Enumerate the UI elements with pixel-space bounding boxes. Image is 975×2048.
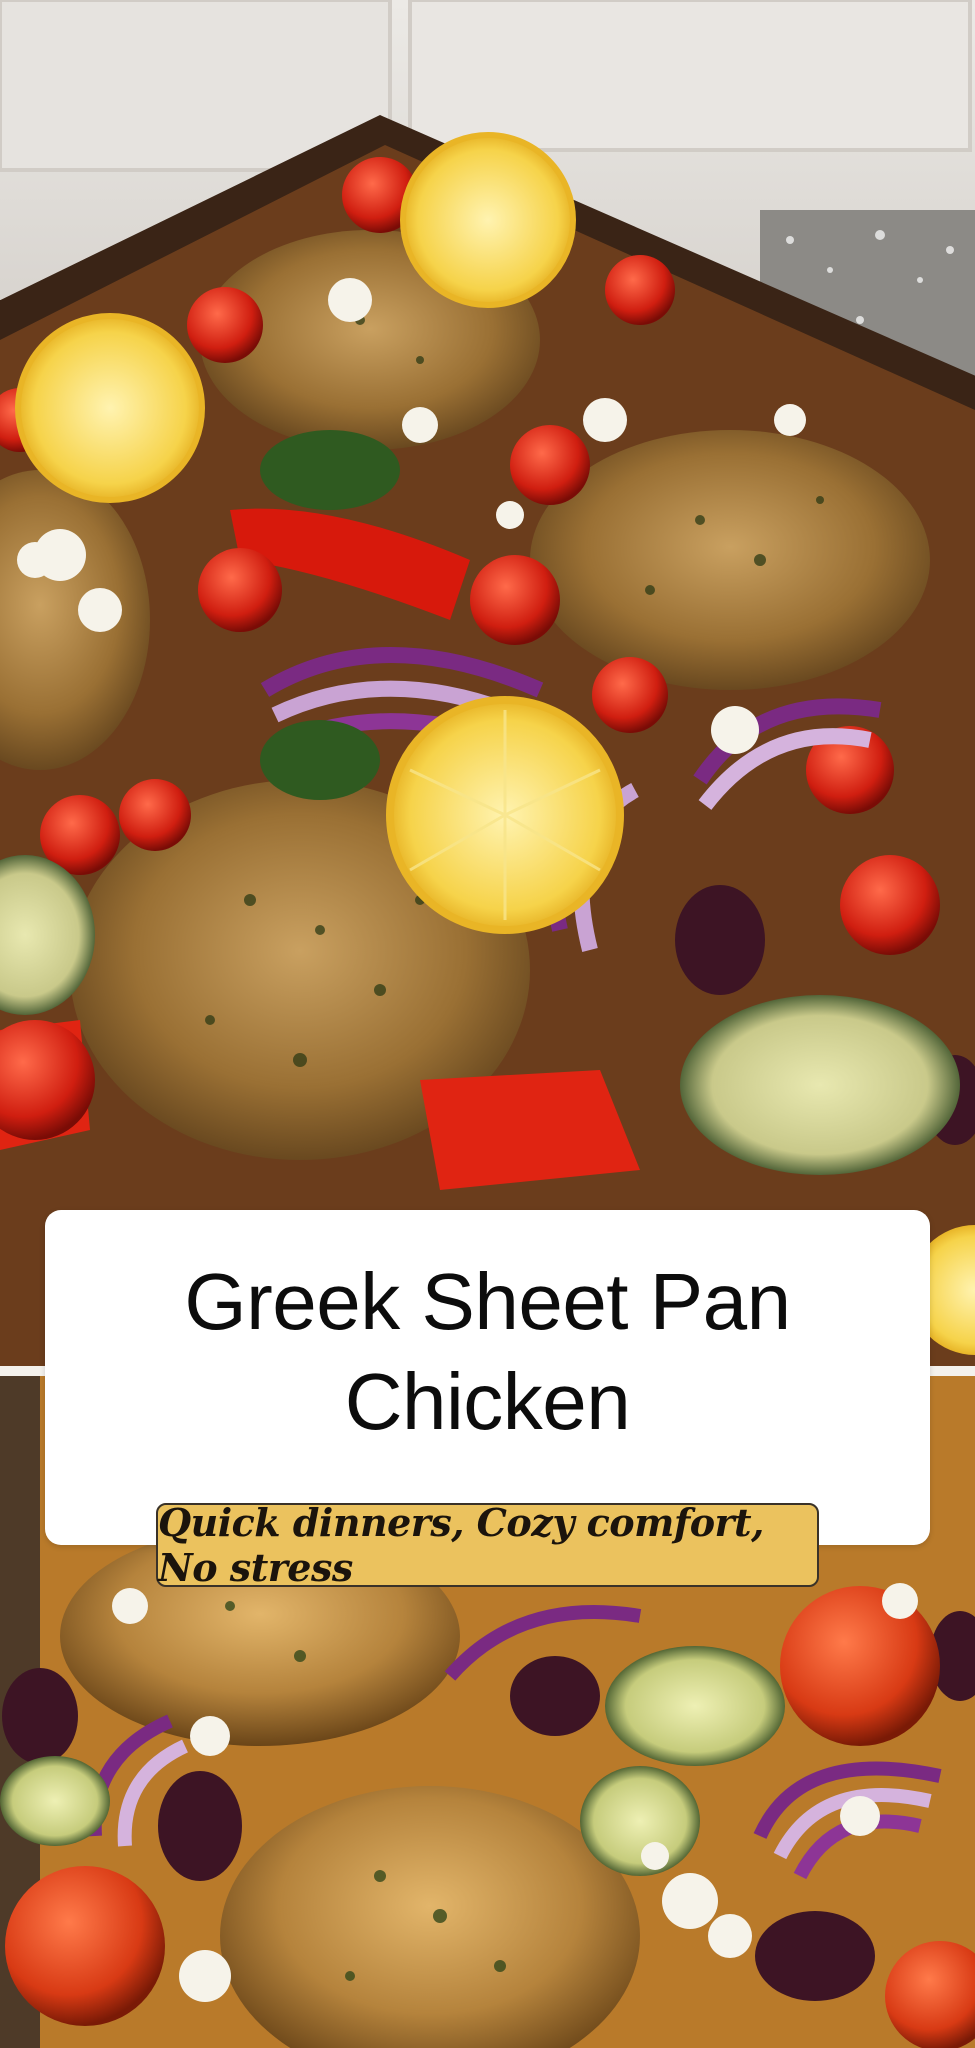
tagline-banner: Quick dinners, Cozy comfort, No stress [156, 1500, 819, 1590]
title-card: Greek Sheet Pan Chicken [45, 1210, 930, 1545]
tagline-text: Quick dinners, Cozy comfort, No stress [158, 1500, 764, 1590]
top-food-photo [0, 0, 975, 1370]
recipe-title: Greek Sheet Pan Chicken [184, 1257, 791, 1446]
